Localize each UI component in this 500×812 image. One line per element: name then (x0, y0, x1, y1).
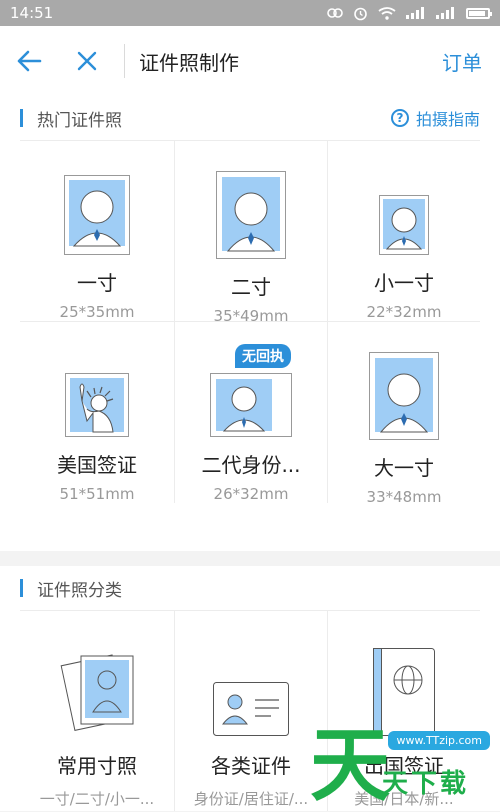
category-section-title: 证件照分类 (37, 576, 480, 601)
stacked-photos-icon (57, 646, 137, 736)
portrait-photo-icon (369, 352, 439, 440)
wifi-icon (378, 7, 396, 20)
watermark-text: 天下载 (382, 763, 469, 800)
shooting-guide-link[interactable]: ? 拍摄指南 (391, 106, 480, 130)
photo-type-two-inch[interactable]: 二寸 35*49mm (175, 141, 328, 322)
back-arrow-icon (16, 50, 42, 72)
photo-type-id-card[interactable]: 无回执 二代身份... 26*32mm (175, 322, 328, 503)
photo-type-us-visa[interactable]: 美国签证 51*51mm (20, 322, 175, 503)
category-documents[interactable]: 各类证件 身份证/居住证/... (175, 611, 328, 811)
portrait-photo-icon (210, 373, 292, 437)
photo-type-name: 二寸 (231, 271, 271, 300)
no-receipt-badge: 无回执 (235, 344, 291, 368)
id-card-icon (213, 682, 289, 736)
site-watermark: 天 www.TTzip.com 天下载 (310, 711, 490, 811)
nav-bar: 证件照制作 订单 (0, 26, 500, 96)
photo-type-one-inch[interactable]: 一寸 25*35mm (20, 141, 175, 322)
portrait-photo-icon (379, 195, 429, 255)
photo-type-name: 一寸 (77, 267, 117, 296)
back-button[interactable] (0, 26, 58, 96)
battery-icon (466, 8, 490, 19)
section-accent-bar (20, 109, 23, 127)
close-button[interactable] (58, 26, 116, 96)
photo-type-small-one-inch[interactable]: 小一寸 22*32mm (328, 141, 480, 322)
photo-type-size: 26*32mm (214, 485, 289, 503)
photo-type-name: 大一寸 (374, 452, 434, 481)
hot-section: 热门证件照 ? 拍摄指南 一寸 25*35mm (0, 96, 500, 551)
status-bar: 14:51 (0, 0, 500, 26)
status-time: 14:51 (10, 4, 53, 22)
statue-of-liberty-icon (65, 373, 129, 437)
category-name: 常用寸照 (57, 750, 137, 779)
photo-type-name: 小一寸 (374, 267, 434, 296)
category-common-sizes[interactable]: 常用寸照 一寸/二寸/小一... (20, 611, 175, 811)
portrait-photo-icon (64, 175, 130, 255)
page-title: 证件照制作 (139, 47, 442, 76)
close-icon (76, 50, 98, 72)
category-section-header: 证件照分类 (20, 566, 480, 611)
photo-type-large-one-inch[interactable]: 大一寸 33*48mm (328, 322, 480, 503)
shooting-guide-label: 拍摄指南 (416, 106, 480, 130)
signal-icon-2 (436, 7, 456, 19)
photo-type-size: 22*32mm (367, 303, 442, 321)
portrait-photo-icon (216, 171, 286, 259)
nav-divider (124, 44, 125, 78)
hot-section-title: 热门证件照 (37, 106, 391, 131)
help-icon: ? (391, 109, 409, 127)
photo-type-name: 二代身份... (201, 449, 300, 478)
category-sub: 身份证/居住证/... (194, 788, 308, 809)
photo-type-size: 33*48mm (367, 488, 442, 506)
watermark-url: www.TTzip.com (388, 731, 490, 750)
category-name: 各类证件 (211, 750, 291, 779)
sync-icon (327, 6, 343, 20)
photo-type-name: 美国签证 (57, 449, 137, 478)
hot-section-header: 热门证件照 ? 拍摄指南 (20, 96, 480, 141)
photo-type-size: 25*35mm (60, 303, 135, 321)
section-accent-bar (20, 579, 23, 597)
photo-type-size: 51*51mm (60, 485, 135, 503)
category-sub: 一寸/二寸/小一... (40, 788, 154, 809)
order-link[interactable]: 订单 (442, 47, 482, 76)
signal-icon (406, 7, 426, 19)
alarm-icon (353, 6, 368, 21)
watermark-logo-glyph: 天 (310, 721, 390, 811)
